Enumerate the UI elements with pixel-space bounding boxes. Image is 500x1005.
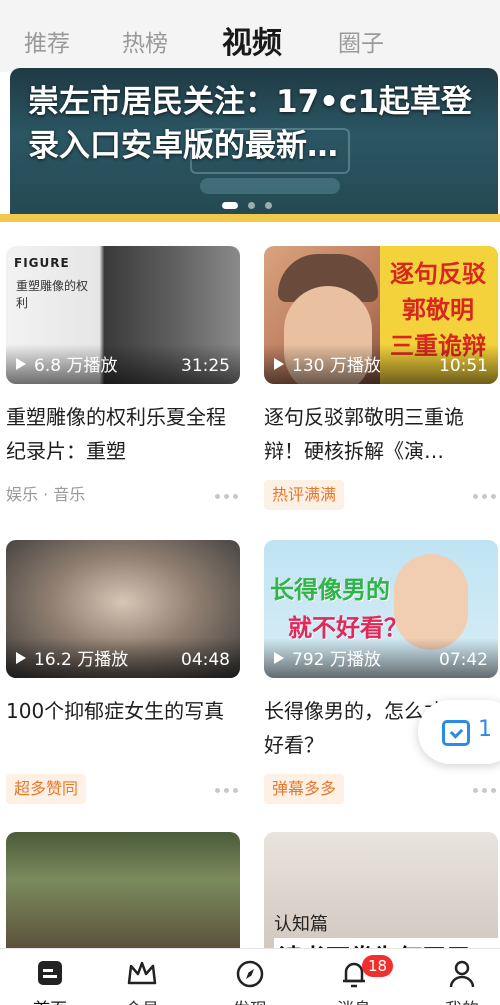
- video-duration: 31:25: [181, 356, 230, 376]
- thumbnail-caption-line1: 长得像男的: [270, 576, 390, 604]
- nav-home[interactable]: 首页: [0, 949, 100, 1005]
- thumbnail-logo: FIGURE: [14, 256, 70, 270]
- floating-count: 1: [478, 717, 492, 742]
- banner-pagination: [222, 202, 272, 209]
- profile-icon: [449, 960, 475, 988]
- bottom-nav: 首页 会员 发现 18 消息 我的: [0, 948, 500, 1005]
- nav-discover[interactable]: 发现: [200, 949, 300, 1005]
- video-duration: 10:51: [439, 356, 488, 376]
- banner-dot: [265, 202, 272, 209]
- video-thumbnail[interactable]: 认知篇 读书万卷为何无用: [264, 832, 498, 952]
- play-icon: [16, 652, 26, 664]
- check-box-icon: [442, 720, 470, 746]
- thumbnail-caption: 重塑雕像的权利: [16, 279, 89, 310]
- play-count: 792 万播放: [292, 650, 381, 670]
- nav-messages[interactable]: 18 消息: [304, 949, 404, 1005]
- nav-label: 我的: [412, 995, 500, 1005]
- nav-label: 首页: [0, 995, 100, 1005]
- video-duration: 04:48: [181, 650, 230, 670]
- play-icon: [16, 358, 26, 370]
- banner-dot-active: [222, 202, 238, 209]
- play-count: 130 万播放: [292, 356, 381, 376]
- nav-profile[interactable]: 我的: [412, 949, 500, 1005]
- video-card[interactable]: 16.2 万播放 04:48 100个抑郁症女生的写真 超多赞同: [6, 540, 240, 804]
- nav-label: 会员: [92, 995, 192, 1005]
- banner-graphic-strip: [200, 178, 340, 194]
- banner-title: 崇左市居民关注：17•c1起草登录入口安卓版的最新…: [28, 84, 472, 164]
- video-tag: 超多赞同: [6, 774, 87, 804]
- video-card[interactable]: 认知篇 读书万卷为何无用: [264, 832, 498, 952]
- more-options-icon[interactable]: [473, 788, 496, 793]
- compass-icon: [236, 960, 264, 988]
- video-thumbnail[interactable]: [6, 832, 240, 952]
- card-footer: 超多赞同: [6, 774, 240, 804]
- card-footer: 弹幕多多: [264, 774, 498, 804]
- video-thumbnail[interactable]: 16.2 万播放 04:48: [6, 540, 240, 678]
- nav-member[interactable]: 会员: [92, 949, 192, 1005]
- video-title[interactable]: 100个抑郁症女生的写真: [6, 694, 240, 762]
- video-tag: 热评满满: [264, 480, 345, 510]
- card-footer: 娱乐 · 音乐: [6, 480, 240, 510]
- banner-carousel[interactable]: 崇左市居民关注：17•c1起草登录入口安卓版的最新…: [10, 68, 498, 216]
- video-thumbnail[interactable]: 逐句反驳 郭敬明 三重诡辩 130 万播放 10:51: [264, 246, 498, 384]
- thumbnail-caption-line1: 认知篇: [274, 914, 328, 935]
- more-options-icon[interactable]: [215, 494, 238, 499]
- tab-recommend[interactable]: 推荐: [24, 24, 70, 58]
- tab-hot-list[interactable]: 热榜: [122, 24, 168, 58]
- play-icon: [274, 652, 284, 664]
- floating-action-button[interactable]: 1: [418, 700, 500, 764]
- video-thumbnail[interactable]: FIGURE 重塑雕像的权利 6.8 万播放 31:25: [6, 246, 240, 384]
- home-icon: [38, 961, 62, 985]
- tab-video[interactable]: 视频: [222, 18, 282, 62]
- play-count: 6.8 万播放: [34, 356, 118, 376]
- video-card[interactable]: 逐句反驳 郭敬明 三重诡辩 130 万播放 10:51 逐句反驳郭敬明三重诡辩！…: [264, 246, 498, 510]
- crown-icon: [127, 961, 157, 985]
- video-duration: 07:42: [439, 650, 488, 670]
- nav-label: 消息: [304, 995, 404, 1005]
- video-card[interactable]: [6, 832, 240, 952]
- video-category: 娱乐 · 音乐: [6, 485, 86, 504]
- video-tag: 弹幕多多: [264, 774, 345, 804]
- video-thumbnail[interactable]: 长得像男的 就不好看？ 792 万播放 07:42: [264, 540, 498, 678]
- top-tab-bar: 推荐 热榜 视频 圈子: [0, 0, 500, 72]
- play-icon: [274, 358, 284, 370]
- notification-badge: 18: [362, 955, 394, 977]
- banner-dot: [248, 202, 255, 209]
- video-title[interactable]: 重塑雕像的权利乐夏全程纪录片：重塑: [6, 400, 240, 468]
- card-footer: 热评满满: [264, 480, 498, 510]
- more-options-icon[interactable]: [215, 788, 238, 793]
- banner-accent-bar: [0, 214, 500, 222]
- nav-label: 发现: [200, 995, 300, 1005]
- play-count: 16.2 万播放: [34, 650, 129, 670]
- more-options-icon[interactable]: [473, 494, 496, 499]
- video-title[interactable]: 逐句反驳郭敬明三重诡辩！硬核拆解《演…: [264, 400, 498, 468]
- video-card[interactable]: FIGURE 重塑雕像的权利 6.8 万播放 31:25 重塑雕像的权利乐夏全程…: [6, 246, 240, 510]
- tab-circle[interactable]: 圈子: [338, 24, 384, 58]
- video-card[interactable]: 长得像男的 就不好看？ 792 万播放 07:42 长得像男的，怎么才能最好看？…: [264, 540, 498, 804]
